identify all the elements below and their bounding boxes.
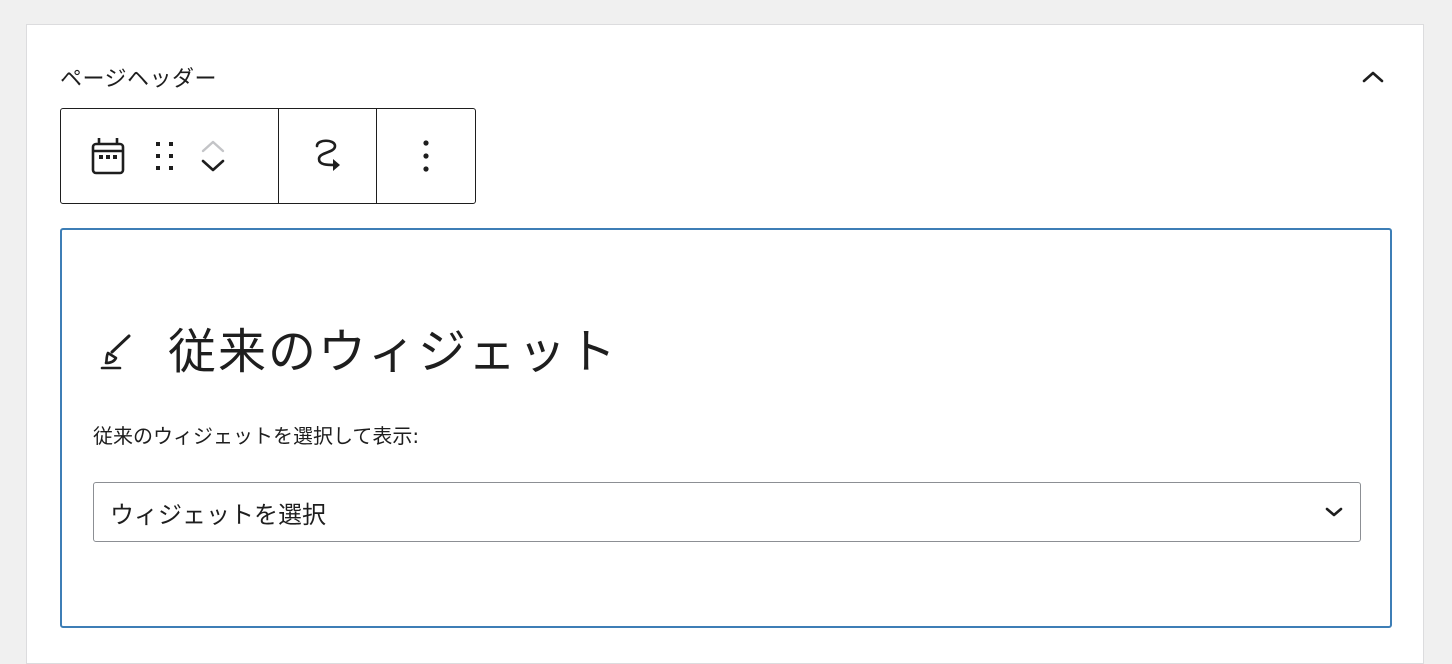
- widget-select[interactable]: ウィジェットを選択: [93, 482, 1361, 542]
- move-up-button[interactable]: [201, 139, 225, 153]
- move-down-button[interactable]: [201, 159, 225, 173]
- transform-button[interactable]: [311, 137, 345, 175]
- chevron-down-icon: [201, 159, 225, 172]
- legacy-widget-block[interactable]: 従来のウィジェット 従来のウィジェットを選択して表示: ウィジェットを選択: [60, 228, 1392, 628]
- widget-area-title: ページヘッダー: [60, 67, 218, 92]
- calendar-icon: [91, 138, 125, 175]
- widget-area-header: ページヘッダー: [60, 59, 1389, 95]
- brush-icon: [100, 334, 131, 370]
- options-button[interactable]: [421, 139, 431, 173]
- block-title: 従来のウィジェット: [168, 324, 619, 380]
- toolbar-group-options: [376, 109, 475, 203]
- collapse-button[interactable]: [1357, 61, 1389, 93]
- more-vertical-icon: [423, 140, 429, 172]
- block-mover: [201, 139, 225, 173]
- chevron-down-icon: [1325, 507, 1343, 517]
- block-description: 従来のウィジェットを選択して表示:: [93, 424, 420, 448]
- transform-arrow-icon: [315, 139, 340, 171]
- block-title-row: 従来のウィジェット: [100, 324, 618, 380]
- drag-handle-icon: [156, 142, 173, 170]
- widget-area-panel: ページヘッダー 従来のウィジェット 従来のウィジェットを選択して表示: ウィジェ…: [26, 24, 1424, 664]
- chevron-up-icon: [1362, 71, 1384, 83]
- widget-select-value: ウィジェットを選択: [110, 500, 326, 529]
- toolbar-group-block: [61, 109, 278, 203]
- block-toolbar: [60, 108, 476, 204]
- chevron-up-icon: [201, 140, 225, 153]
- block-type-button[interactable]: [91, 137, 125, 175]
- toolbar-group-transform: [278, 109, 376, 203]
- drag-handle-button[interactable]: [155, 140, 175, 172]
